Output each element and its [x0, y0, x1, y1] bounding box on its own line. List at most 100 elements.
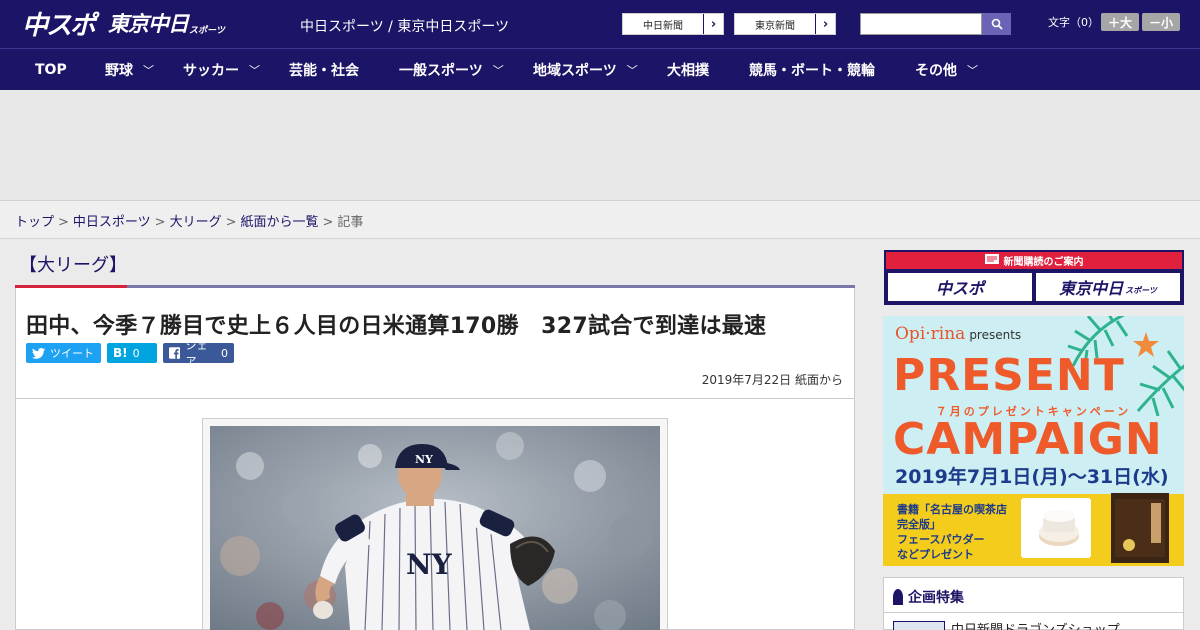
chevron-down-icon: ﹀ — [492, 64, 504, 77]
campaign-presents: presents — [969, 328, 1022, 342]
subscribe-chuspo-button[interactable]: 中スポ — [888, 273, 1032, 301]
facebook-share-label: シェア — [185, 339, 208, 368]
campaign-prize-line: フェースパウダー — [897, 533, 985, 546]
twitter-icon — [32, 347, 45, 359]
link-label: 東京新聞 — [755, 20, 795, 32]
chevron-down-icon: ﹀ — [143, 64, 154, 77]
chevron-down-icon: ﹀ — [967, 64, 978, 77]
nav-item-label: 大相撲 — [667, 63, 709, 79]
subscribe-chuspo-label: 中スポ — [935, 279, 984, 298]
breadcrumb-link-print-list[interactable]: 紙面から一覧 — [241, 215, 319, 230]
subscribe-tokyo-label: 東京中日 — [1059, 279, 1124, 298]
starfish-decoration — [1133, 332, 1159, 357]
svg-text:NY: NY — [415, 453, 433, 466]
nav-item-label: 芸能・社会 — [289, 63, 359, 79]
section-underline — [15, 285, 855, 288]
breadcrumb-current: 記事 — [337, 215, 364, 230]
article-divider — [16, 398, 854, 399]
nav-item-baseball[interactable]: 野球 ﹀ — [105, 49, 154, 91]
chevron-down-icon: ﹀ — [626, 64, 638, 77]
nav-item-label: 一般スポーツ — [399, 63, 483, 79]
ribbon-icon — [893, 589, 903, 605]
nav-item-label: TOP — [35, 62, 67, 78]
hatena-count: 0 — [132, 346, 140, 360]
logo-sports-small: スポーツ — [189, 25, 225, 36]
link-tokyo-shimbun[interactable]: 東京新聞 › — [734, 13, 836, 35]
feature-heading: 企画特集 — [893, 587, 964, 607]
campaign-title-campaign: CAMPAIGN — [893, 414, 1163, 465]
nav-item-top[interactable]: TOP — [35, 49, 67, 91]
breadcrumb-link-mlb[interactable]: 大リーグ — [170, 215, 222, 230]
article-headline: 田中、今季７勝目で史上６人目の日米通算170勝 327試合で到達は最速 — [26, 314, 767, 339]
feature-link-dragons-shop[interactable]: 中日新聞ドラゴンズショップ — [951, 619, 1120, 630]
campaign-prize-text: 書籍「名古屋の喫茶店 完全版」 フェースパウダー などプレゼント — [897, 502, 1007, 562]
kissaten-book-image — [1111, 493, 1169, 563]
svg-text:NY: NY — [406, 548, 453, 581]
breadcrumb-separator: > — [58, 215, 69, 230]
feature-thumbnail[interactable] — [893, 621, 945, 630]
subscription-title: 新聞購読のご案内 — [1003, 257, 1084, 268]
nav-item-label: 野球 — [105, 63, 133, 79]
link-label: 中日新聞 — [643, 20, 683, 32]
subscription-buttons: 中スポ 東京中日 スポーツ — [886, 269, 1182, 305]
link-chunichi-shimbun[interactable]: 中日新聞 › — [622, 13, 724, 35]
breadcrumb-separator: > — [225, 215, 237, 230]
breadcrumb-link-chunichi-sports[interactable]: 中日スポーツ — [73, 215, 151, 230]
nav-item-label: その他 — [915, 63, 957, 79]
search-icon — [991, 18, 1003, 30]
font-smaller-button[interactable]: －小 — [1142, 13, 1180, 31]
site-logo[interactable]: 中スポ 東京中日 スポーツ — [22, 6, 225, 41]
section-label[interactable]: 【大リーグ】 — [15, 247, 127, 286]
nav-item-soccer[interactable]: サッカー ﹀ — [183, 49, 260, 91]
nav-item-racing[interactable]: 競馬・ボート・競輪 — [749, 49, 875, 91]
nav-item-other[interactable]: その他 ﹀ — [915, 49, 978, 91]
campaign-prize-line: 書籍「名古屋の喫茶店 — [897, 503, 1007, 516]
breadcrumb-link-top[interactable]: トップ — [15, 215, 54, 230]
font-size-label: 文字（0） — [1048, 16, 1099, 29]
logo-tokyo-chunichi: 東京中日 — [108, 12, 189, 36]
subscription-banner: 新聞購読のご案内 中スポ 東京中日 スポーツ — [884, 250, 1184, 305]
face-powder-product-image — [1021, 498, 1091, 558]
campaign-dates: 2019年7月1日(月)〜31日(水) — [895, 466, 1169, 488]
subscription-header: 新聞購読のご案内 — [886, 252, 1182, 269]
feature-heading-label: 企画特集 — [908, 590, 964, 606]
pitcher-photo-illustration: NY NY — [210, 426, 660, 630]
nav-item-general-sports[interactable]: 一般スポーツ ﹀ — [399, 49, 504, 91]
chevron-right-icon: › — [815, 14, 835, 34]
breadcrumb-separator: > — [154, 215, 166, 230]
hatena-bookmark-button[interactable]: B! 0 — [107, 343, 157, 363]
campaign-brand: Opi·rina presents — [895, 324, 1021, 344]
campaign-brand-name: Opi·rina — [895, 324, 966, 344]
font-larger-button[interactable]: ＋大 — [1101, 13, 1139, 31]
campaign-prize-line: などプレゼント — [897, 548, 974, 561]
breadcrumb: トップ > 中日スポーツ > 大リーグ > 紙面から一覧 > 記事 — [15, 211, 363, 230]
section-underline-accent — [15, 285, 127, 288]
logo-chuspo: 中スポ — [22, 10, 96, 41]
campaign-prize-line: 完全版」 — [897, 518, 941, 531]
chevron-right-icon: › — [703, 14, 723, 34]
newspaper-icon — [984, 254, 999, 267]
nav-item-label: サッカー — [183, 63, 239, 79]
feature-divider — [884, 612, 1183, 613]
search-input[interactable] — [860, 13, 982, 35]
breadcrumb-separator: > — [322, 215, 334, 230]
facebook-share-button[interactable]: シェア 0 — [163, 339, 234, 368]
campaign-title-present: PRESENT — [893, 350, 1125, 401]
nav-item-sumo[interactable]: 大相撲 — [667, 49, 709, 91]
facebook-icon — [169, 347, 181, 359]
article-dateline: 2019年7月22日 紙面から — [701, 373, 843, 387]
search-button[interactable] — [982, 13, 1011, 35]
nav-item-label: 地域スポーツ — [533, 63, 617, 79]
subscribe-sports-small: スポーツ — [1125, 285, 1157, 295]
present-campaign-banner[interactable]: Opi·rina presents PRESENT ７月のプレゼントキャンペーン … — [883, 316, 1184, 566]
nav-item-regional-sports[interactable]: 地域スポーツ ﹀ — [533, 49, 638, 91]
article-photo[interactable]: NY NY — [210, 426, 660, 630]
subscribe-tokyo-chunichi-button[interactable]: 東京中日 スポーツ — [1036, 273, 1180, 301]
site-title: 中日スポーツ / 東京中日スポーツ — [300, 19, 510, 35]
tweet-button[interactable]: ツイート — [26, 343, 101, 363]
tweet-label: ツイート — [50, 347, 94, 360]
nav-item-entertainment[interactable]: 芸能・社会 — [289, 49, 359, 91]
main-nav: TOP 野球 ﹀ サッカー ﹀ 芸能・社会 一般スポーツ ﹀ 地域スポーツ ﹀ 大相撲 … — [0, 48, 1200, 90]
breadcrumb-bar: トップ > 中日スポーツ > 大リーグ > 紙面から一覧 > 記事 — [0, 200, 1200, 239]
nav-item-label: 競馬・ボート・競輪 — [749, 63, 875, 79]
